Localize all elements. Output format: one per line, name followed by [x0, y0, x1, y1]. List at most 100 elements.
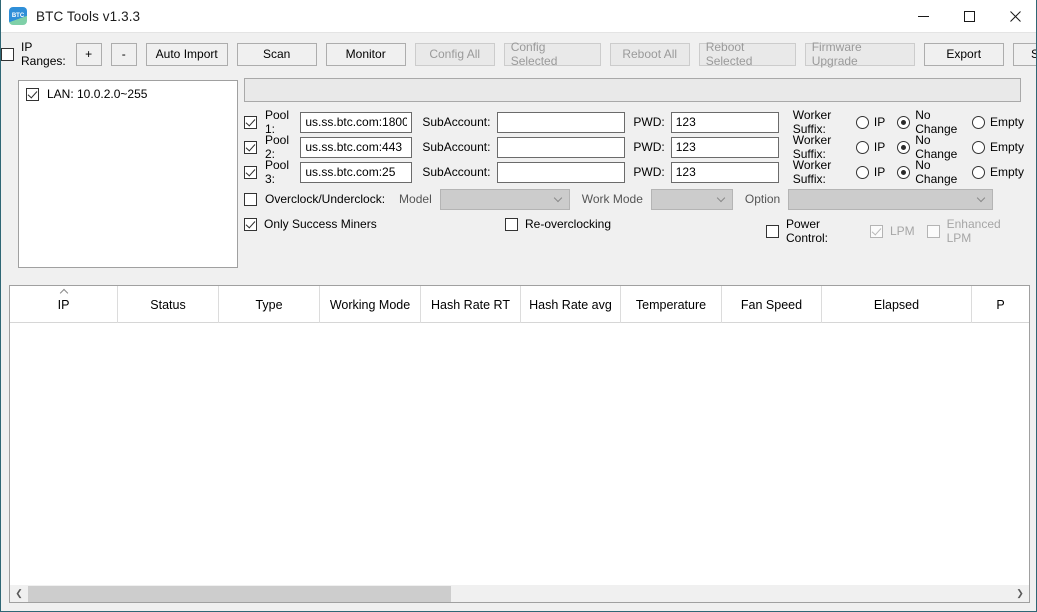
work-mode-dropdown[interactable] — [650, 188, 733, 210]
pool-2-pwd-label: PWD: — [633, 140, 665, 154]
config-top-field[interactable] — [244, 78, 1021, 102]
overclock-row: Overclock/Underclock: Model Work Mode Op… — [244, 188, 994, 210]
scrollbar-thumb[interactable] — [28, 585, 451, 602]
pool-row-3: Pool 3: SubAccount: PWD: Worker Suffix: … — [244, 158, 1036, 186]
pool-1-suffix-ip-label: IP — [873, 115, 886, 129]
table-header-label: Fan Speed — [740, 297, 803, 312]
pool-2-suffix-empty-radio[interactable] — [971, 140, 985, 154]
overclock-label: Overclock/Underclock: — [265, 192, 386, 206]
pool-row-1: Pool 1: SubAccount: PWD: Worker Suffix: … — [244, 108, 1036, 136]
table-header-type[interactable]: Type — [219, 286, 320, 323]
pool-1-label: Pool 1: — [265, 108, 290, 136]
pool-1-pwd-input[interactable] — [670, 111, 779, 133]
config-all-button[interactable]: Config All — [414, 42, 495, 66]
pool-1-suffix-empty-radio[interactable] — [971, 115, 985, 129]
remove-ip-range-button[interactable]: - — [110, 42, 137, 66]
export-button[interactable]: Export — [923, 42, 1004, 66]
pool-2-checkbox[interactable] — [244, 140, 257, 154]
table-header-label: P — [996, 297, 1005, 312]
table-header-label: Temperature — [635, 297, 707, 312]
table-header-hash-rate-rt[interactable]: Hash Rate RT — [421, 286, 521, 323]
pool-2-suffix-empty-label: Empty — [989, 140, 1024, 154]
model-dropdown[interactable] — [439, 188, 570, 210]
table-header-elapsed[interactable]: Elapsed — [822, 286, 972, 323]
table-header-working-mode[interactable]: Working Mode — [320, 286, 421, 323]
overclock-checkbox[interactable] — [244, 192, 257, 206]
main-toolbar: IP Ranges: + - Auto Import Scan Monitor … — [1, 34, 1036, 74]
title-bar: BTC BTC Tools v1.3.3 — [1, 0, 1036, 33]
pool-3-suffix-nochange-radio[interactable] — [897, 165, 911, 179]
lan-item-label: LAN: 10.0.2.0~255 — [47, 87, 148, 101]
pool-row-2: Pool 2: SubAccount: PWD: Worker Suffix: … — [244, 133, 1036, 161]
table-header-p[interactable]: P — [972, 286, 1029, 323]
maximize-icon — [963, 11, 975, 22]
firmware-upgrade-button[interactable]: Firmware Upgrade — [804, 40, 915, 68]
window-title: BTC Tools v1.3.3 — [36, 8, 141, 24]
scroll-right-button[interactable]: ❯ — [1011, 586, 1029, 602]
pool-3-suffix-ip-radio[interactable] — [855, 165, 869, 179]
pool-3-suffix-ip-label: IP — [873, 165, 886, 179]
table-header-hash-rate-avg[interactable]: Hash Rate avg — [521, 286, 621, 323]
horizontal-scrollbar[interactable]: ❮ ❯ — [9, 585, 1030, 603]
pool-2-suffix-nochange-radio[interactable] — [897, 140, 911, 154]
pool-3-checkbox[interactable] — [244, 165, 257, 179]
pool-3-url-input[interactable] — [300, 161, 413, 183]
pool-1-suffix-nochange-radio[interactable] — [897, 115, 911, 129]
lan-item-checkbox[interactable] — [26, 87, 39, 101]
pool-3-subaccount-input[interactable] — [497, 161, 626, 183]
pool-1-url-input[interactable] — [300, 111, 413, 133]
option-dropdown[interactable] — [788, 188, 994, 210]
lpm-checkbox[interactable] — [869, 224, 883, 238]
app-icon-text: BTC — [11, 13, 25, 19]
table-header-ip[interactable]: IP — [10, 286, 118, 323]
pool-2-label: Pool 2: — [265, 133, 290, 161]
chevron-down-icon — [978, 197, 985, 201]
add-ip-range-button[interactable]: + — [75, 42, 102, 66]
pool-1-suffix-ip-radio[interactable] — [855, 115, 869, 129]
pool-3-pwd-input[interactable] — [670, 161, 779, 183]
table-header-label: Hash Rate avg — [529, 297, 612, 312]
list-item[interactable]: LAN: 10.0.2.0~255 — [26, 87, 230, 101]
table-header-row: IP Status Type Working Mode Hash Rate RT Hash… — [10, 286, 1029, 323]
reboot-selected-button[interactable]: Reboot Selected — [698, 40, 796, 68]
pool-2-subaccount-label: SubAccount: — [422, 140, 491, 154]
pool-1-subaccount-label: SubAccount: — [422, 115, 491, 129]
monitor-button[interactable]: Monitor — [325, 42, 406, 66]
pool-1-pwd-label: PWD: — [633, 115, 665, 129]
power-control-checkbox[interactable] — [766, 224, 779, 238]
pool-2-pwd-input[interactable] — [670, 136, 779, 158]
ip-ranges-checkbox[interactable] — [1, 47, 14, 61]
pool-2-subaccount-input[interactable] — [497, 136, 626, 158]
pool-3-suffix-empty-radio[interactable] — [971, 165, 985, 179]
pool-1-subaccount-input[interactable] — [497, 111, 626, 133]
pool-2-url-input[interactable] — [300, 136, 413, 158]
pool-2-suffix-ip-radio[interactable] — [855, 140, 869, 154]
reboot-all-button[interactable]: Reboot All — [609, 42, 690, 66]
re-overclocking-checkbox[interactable] — [505, 217, 518, 231]
only-success-miners-item: Only Success Miners — [244, 217, 377, 231]
table-body — [10, 323, 1029, 563]
scroll-left-button[interactable]: ❮ — [10, 586, 28, 602]
window-controls — [900, 0, 1036, 33]
maximize-button[interactable] — [946, 0, 992, 33]
settings-button[interactable]: Settings — [1012, 42, 1036, 66]
scan-button[interactable]: Scan — [236, 42, 317, 66]
table-header-fan-speed[interactable]: Fan Speed — [722, 286, 822, 323]
scrollbar-track[interactable] — [28, 585, 1011, 602]
table-header-status[interactable]: Status — [118, 286, 219, 323]
minimize-button[interactable] — [900, 0, 946, 33]
only-success-miners-checkbox[interactable] — [244, 217, 257, 231]
lan-range-list[interactable]: LAN: 10.0.2.0~255 — [18, 80, 238, 268]
enhanced-lpm-checkbox[interactable] — [926, 224, 940, 238]
minimize-icon — [917, 16, 929, 17]
power-control-item: Power Control: LPM Enhanced LPM — [766, 217, 1021, 245]
table-header-label: Elapsed — [873, 297, 920, 312]
table-header-temperature[interactable]: Temperature — [621, 286, 722, 323]
auto-import-button[interactable]: Auto Import — [145, 42, 228, 66]
pool-2-suffix-ip-label: IP — [873, 140, 886, 154]
close-button[interactable] — [992, 0, 1036, 33]
miners-table: IP Status Type Working Mode Hash Rate RT Hash… — [9, 285, 1030, 587]
pool-2-suffix-nochange-label: No Change — [915, 133, 958, 161]
config-selected-button[interactable]: Config Selected — [503, 40, 601, 68]
pool-1-checkbox[interactable] — [244, 115, 257, 129]
